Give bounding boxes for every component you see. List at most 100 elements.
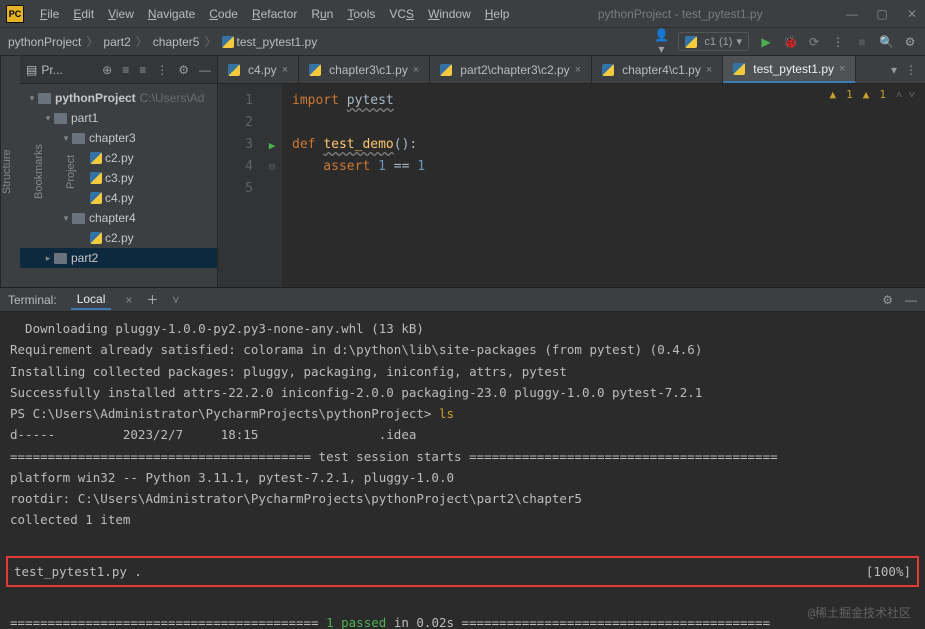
tree-file-c3[interactable]: c3.py (20, 168, 217, 188)
run-button[interactable]: ▶ (759, 35, 773, 49)
rail-structure[interactable]: Structure (1, 149, 13, 194)
chevron-right-icon: 〉 (136, 33, 148, 50)
menu-tools[interactable]: Tools (341, 4, 381, 24)
breadcrumb-chapter5[interactable]: chapter5 (153, 35, 200, 49)
rail-bookmarks[interactable]: Bookmarks (33, 144, 45, 199)
warning-icon: ▲ (863, 88, 870, 101)
maximize-button[interactable]: ▢ (875, 7, 889, 21)
tree-chapter3[interactable]: ▾ chapter3 (20, 128, 217, 148)
test-result-file: test_pytest1.py . (14, 561, 142, 582)
menu-help[interactable]: Help (479, 4, 516, 24)
minimize-button[interactable]: — (845, 7, 859, 21)
close-icon[interactable]: × (282, 64, 288, 76)
python-file-icon (90, 172, 102, 184)
terminal-line: PS C:\Users\Administrator\PycharmProject… (10, 403, 915, 424)
menu-refactor[interactable]: Refactor (246, 4, 303, 24)
caret-down-icon[interactable]: ▾ (60, 213, 72, 224)
line-number: 4 (218, 156, 253, 178)
gear-icon[interactable]: ⚙ (882, 293, 893, 307)
toolbar-right: 👤▾ c1 (1) ▾ ▶ 🐞 ⟳ ⋮ ■ 🔍 ⚙ (654, 28, 917, 56)
watermark: @稀土掘金技术社区 (808, 603, 911, 623)
tab-c4[interactable]: c4.py× (218, 56, 299, 83)
coverage-button[interactable]: ⟳ (807, 35, 821, 49)
python-file-icon (602, 64, 614, 76)
search-icon[interactable]: 🔍 (879, 35, 893, 49)
breadcrumb-file[interactable]: test_pytest1.py (222, 35, 318, 49)
run-config-selector[interactable]: c1 (1) ▾ (678, 32, 749, 51)
collapse-all-icon[interactable]: ≡ (139, 63, 146, 77)
tree-file-c2[interactable]: c2.py (20, 148, 217, 168)
tree-chapter4[interactable]: ▾ chapter4 (20, 208, 217, 228)
line-number: 3 (218, 134, 253, 156)
settings-icon[interactable]: ⚙ (903, 35, 917, 49)
chevron-down-icon: ▾ (736, 35, 742, 48)
chevron-right-icon: 〉 (204, 33, 216, 50)
more-run-icon[interactable]: ⋮ (831, 35, 845, 49)
close-button[interactable]: ✕ (905, 7, 919, 21)
close-icon[interactable]: × (413, 64, 419, 76)
tab-c1-ch3[interactable]: chapter3\c1.py× (299, 56, 430, 83)
hide-panel-icon[interactable]: — (199, 63, 211, 77)
tab-c1-ch4[interactable]: chapter4\c1.py× (592, 56, 723, 83)
more-vert-icon[interactable]: ⋮ (156, 63, 168, 77)
menu-window[interactable]: Window (422, 4, 477, 24)
expand-all-icon[interactable]: ≡ (122, 63, 129, 77)
code-editor[interactable]: 1 2 3 4 5 ▶ ⊟ import pytest def test_dem… (218, 84, 925, 287)
close-icon[interactable]: × (125, 293, 132, 307)
gutter-run-icon[interactable]: ▶ (269, 139, 276, 152)
rail-project[interactable]: Project (65, 154, 77, 188)
tree-file-c4c2[interactable]: c2.py (20, 228, 217, 248)
caret-right-icon[interactable]: ▸ (42, 253, 54, 264)
hide-panel-icon[interactable]: — (905, 293, 917, 307)
add-tab-icon[interactable]: ＋ (146, 291, 158, 308)
terminal-tab-local[interactable]: Local (71, 290, 112, 310)
chevron-down-icon[interactable]: ˅ (172, 293, 179, 307)
editor-area: c4.py× chapter3\c1.py× part2\chapter3\c2… (218, 56, 925, 287)
caret-down-icon[interactable]: ▾ (60, 133, 72, 144)
folder-icon (54, 253, 67, 264)
terminal-line (10, 531, 915, 552)
caret-down-icon[interactable]: ▾ (42, 113, 54, 124)
menu-vcs[interactable]: VCS (383, 4, 420, 24)
tab-test-pytest1[interactable]: test_pytest1.py× (723, 56, 856, 83)
menu-navigate[interactable]: Navigate (142, 4, 201, 24)
tree-part2[interactable]: ▸ part2 (20, 248, 217, 268)
gutter-markers: ▶ ⊟ (262, 84, 282, 287)
more-vert-icon[interactable]: ⋮ (905, 63, 917, 77)
folder-icon (54, 113, 67, 124)
caret-down-icon[interactable]: ▾ (26, 93, 38, 104)
close-icon[interactable]: × (839, 63, 845, 75)
stop-button[interactable]: ■ (855, 35, 869, 49)
menu-view[interactable]: View (102, 4, 140, 24)
menu-code[interactable]: Code (203, 4, 244, 24)
menu-edit[interactable]: Edit (67, 4, 100, 24)
breadcrumb-root[interactable]: pythonProject (8, 35, 81, 49)
gear-icon[interactable]: ⚙ (178, 63, 189, 77)
debug-button[interactable]: 🐞 (783, 35, 797, 49)
line-number: 1 (218, 90, 253, 112)
code-body[interactable]: import pytest def test_demo(): assert 1 … (282, 84, 425, 287)
locate-file-icon[interactable]: ⊕ (102, 63, 112, 77)
folder-icon (72, 133, 85, 144)
close-icon[interactable]: × (706, 64, 712, 76)
python-file-icon (685, 36, 697, 48)
tree-root[interactable]: ▾ pythonProject C:\Users\Ad (20, 88, 217, 108)
titlebar: PC File Edit View Navigate Code Refactor… (0, 0, 925, 28)
terminal-line: rootdir: C:\Users\Administrator\PycharmP… (10, 488, 915, 509)
menu-file[interactable]: File (34, 4, 65, 24)
chevron-down-icon[interactable]: ▾ (891, 63, 897, 77)
tree-file-c4[interactable]: c4.py (20, 188, 217, 208)
terminal-line: platform win32 -- Python 3.11.1, pytest-… (10, 467, 915, 488)
breadcrumb-part2[interactable]: part2 (103, 35, 130, 49)
menu-run[interactable]: Run (305, 4, 339, 24)
tree-part1[interactable]: ▾ part1 (20, 108, 217, 128)
close-icon[interactable]: × (575, 64, 581, 76)
project-tree[interactable]: ▾ pythonProject C:\Users\Ad ▾ part1 ▾ ch… (20, 84, 217, 272)
terminal-body[interactable]: Downloading pluggy-1.0.0-py2.py3-none-an… (0, 312, 925, 629)
project-pane-title[interactable]: Pr... (41, 63, 62, 77)
user-icon[interactable]: 👤▾ (654, 28, 668, 56)
inspection-summary[interactable]: ▲1 ▲1 ˄ ˅ (829, 88, 915, 101)
python-file-icon (222, 36, 234, 48)
collapse-icon[interactable]: ⊟ (269, 162, 275, 173)
tab-c2-part2[interactable]: part2\chapter3\c2.py× (430, 56, 592, 83)
